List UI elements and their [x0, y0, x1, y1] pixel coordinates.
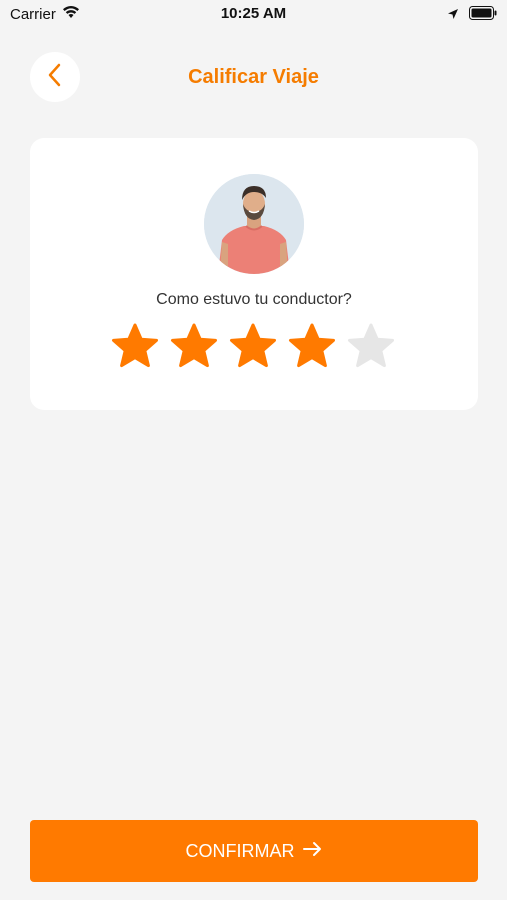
page-title: Calificar Viaje: [188, 66, 319, 88]
rating-card: Como estuvo tu conductor?: [30, 138, 478, 410]
battery-icon: [469, 6, 497, 25]
star-icon-1[interactable]: [110, 322, 160, 372]
star-icon-2[interactable]: [169, 322, 219, 372]
confirm-button[interactable]: CONFIRMAR: [30, 820, 478, 882]
driver-avatar: [204, 174, 304, 274]
status-time: 10:25 AM: [220, 5, 287, 22]
arrow-right-icon: [302, 841, 323, 862]
status-bar: Carrier 10:25 AM: [0, 0, 507, 28]
star-icon-4[interactable]: [287, 322, 337, 372]
status-icons: [447, 6, 497, 25]
star-rating: [110, 322, 396, 372]
driver-rating-question: Como estuvo tu conductor?: [156, 291, 352, 308]
star-icon-3[interactable]: [228, 322, 278, 372]
location-arrow-icon: [447, 7, 459, 25]
confirm-label: CONFIRMAR: [185, 840, 295, 861]
star-icon-5[interactable]: [346, 322, 396, 372]
